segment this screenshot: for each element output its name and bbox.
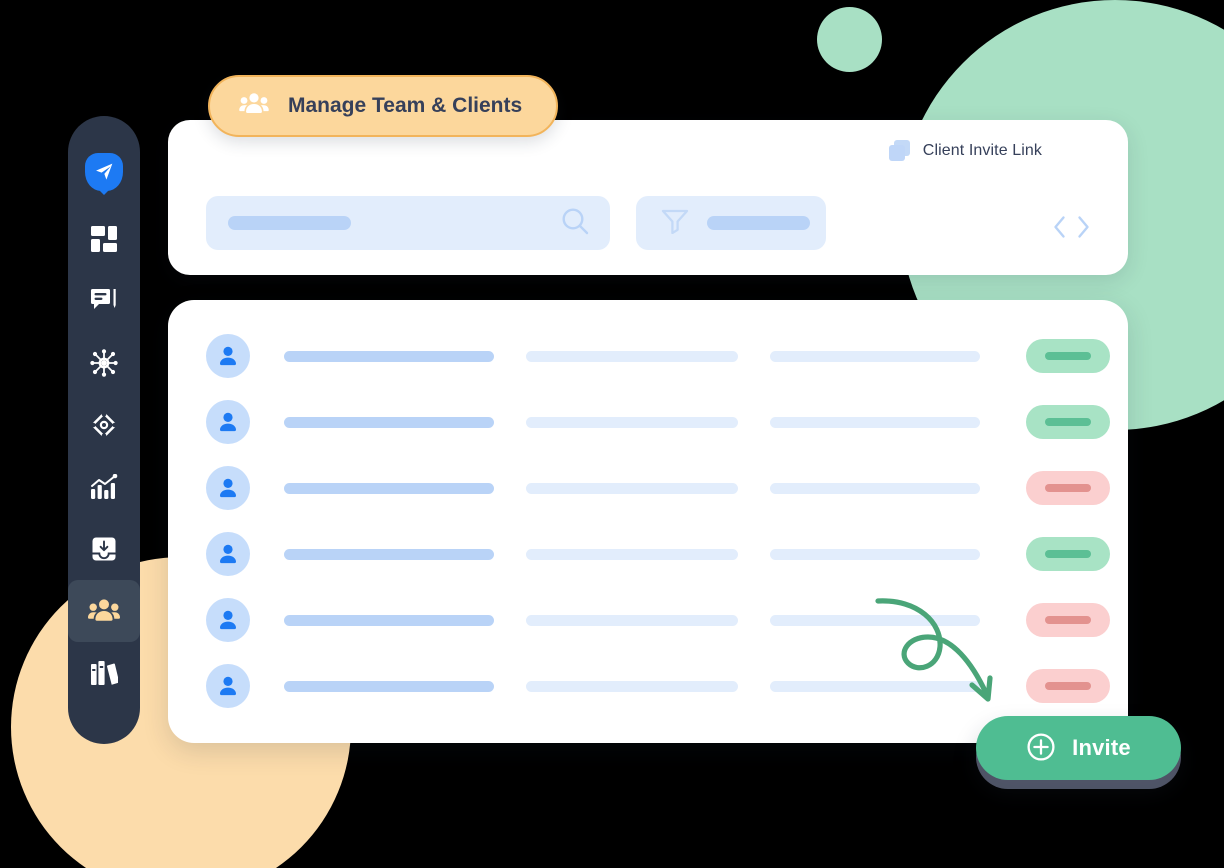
- user-avatar-icon: [206, 598, 250, 642]
- user-avatar-icon: [206, 532, 250, 576]
- cell-detail-bar: [526, 416, 738, 428]
- sidebar-item-library[interactable]: [68, 642, 140, 704]
- client-invite-link-label: Client Invite Link: [922, 142, 1042, 159]
- user-avatar-icon: [206, 400, 250, 444]
- cell-name-bar: [284, 350, 494, 362]
- team-people-icon: [238, 92, 270, 121]
- header-card: Client Invite Link: [168, 120, 1128, 275]
- user-avatar-icon: [206, 466, 250, 510]
- chevron-left-icon[interactable]: [1051, 214, 1069, 245]
- cell-detail-bar: [526, 482, 738, 494]
- client-invite-link[interactable]: Client Invite Link: [888, 140, 1042, 162]
- sidebar-item-logo[interactable]: [68, 136, 140, 208]
- team-people-icon: [88, 598, 120, 624]
- chevron-right-icon[interactable]: [1074, 214, 1092, 245]
- invite-button[interactable]: Invite: [976, 716, 1181, 780]
- cell-detail-bar: [770, 614, 980, 626]
- cell-detail-bar: [526, 548, 738, 560]
- inbox-download-icon: [91, 536, 117, 562]
- bar-chart-trend-icon: [90, 474, 118, 500]
- table-row[interactable]: [168, 587, 1128, 653]
- cell-detail-bar: [526, 350, 738, 362]
- manage-team-clients-badge[interactable]: Manage Team & Clients: [208, 75, 559, 137]
- cell-detail-bar: [770, 350, 980, 362]
- sidebar-item-messages[interactable]: [68, 270, 140, 332]
- filter-button[interactable]: [636, 196, 826, 250]
- filter-placeholder-bar: [707, 216, 810, 230]
- cell-name-bar: [284, 680, 494, 692]
- status-badge: [1026, 537, 1110, 571]
- status-badge: [1026, 669, 1110, 703]
- library-books-icon: [90, 660, 118, 686]
- table-row[interactable]: [168, 323, 1128, 389]
- invite-button-label: Invite: [1072, 735, 1131, 760]
- user-avatar-icon: [206, 664, 250, 708]
- cell-detail-bar: [770, 482, 980, 494]
- table-controls: [206, 196, 826, 250]
- cell-detail-bar: [526, 680, 738, 692]
- cell-detail-bar: [770, 548, 980, 560]
- sidebar-nav: [68, 116, 140, 744]
- plus-circle-icon: [1026, 732, 1056, 765]
- compass-diamond-icon: [90, 411, 118, 439]
- sidebar-item-explore[interactable]: [68, 394, 140, 456]
- filter-funnel-icon: [661, 208, 689, 239]
- paper-plane-logo-icon: [85, 153, 123, 191]
- cell-name-bar: [284, 614, 494, 626]
- status-badge: [1026, 471, 1110, 505]
- sidebar-item-network[interactable]: [68, 332, 140, 394]
- cell-detail-bar: [526, 614, 738, 626]
- decorative-green-circle-small: [817, 7, 882, 72]
- status-badge: [1026, 339, 1110, 373]
- table-row[interactable]: [168, 455, 1128, 521]
- status-badge: [1026, 603, 1110, 637]
- chat-edit-icon: [90, 288, 118, 314]
- cell-name-bar: [284, 548, 494, 560]
- cell-name-bar: [284, 482, 494, 494]
- pagination-controls: [1051, 214, 1092, 245]
- sidebar-item-analytics[interactable]: [68, 456, 140, 518]
- sidebar-item-inbox[interactable]: [68, 518, 140, 580]
- illustration-stage: Client Invite Link Manage Team & Clients…: [0, 0, 1224, 868]
- sidebar-item-dashboard[interactable]: [68, 208, 140, 270]
- cell-name-bar: [284, 416, 494, 428]
- cell-detail-bar: [770, 680, 980, 692]
- manage-team-clients-label: Manage Team & Clients: [288, 94, 523, 117]
- search-placeholder-bar: [228, 216, 351, 230]
- search-input[interactable]: [206, 196, 610, 250]
- user-avatar-icon: [206, 334, 250, 378]
- members-table-card: [168, 300, 1128, 743]
- cell-detail-bar: [770, 416, 980, 428]
- search-icon[interactable]: [560, 206, 590, 241]
- table-row[interactable]: [168, 389, 1128, 455]
- sidebar-item-team-clients[interactable]: [68, 580, 140, 642]
- table-row[interactable]: [168, 653, 1128, 719]
- status-badge: [1026, 405, 1110, 439]
- dashboard-grid-icon: [91, 226, 117, 252]
- table-row[interactable]: [168, 521, 1128, 587]
- copy-icon[interactable]: [888, 140, 911, 162]
- network-nodes-icon: [90, 349, 118, 377]
